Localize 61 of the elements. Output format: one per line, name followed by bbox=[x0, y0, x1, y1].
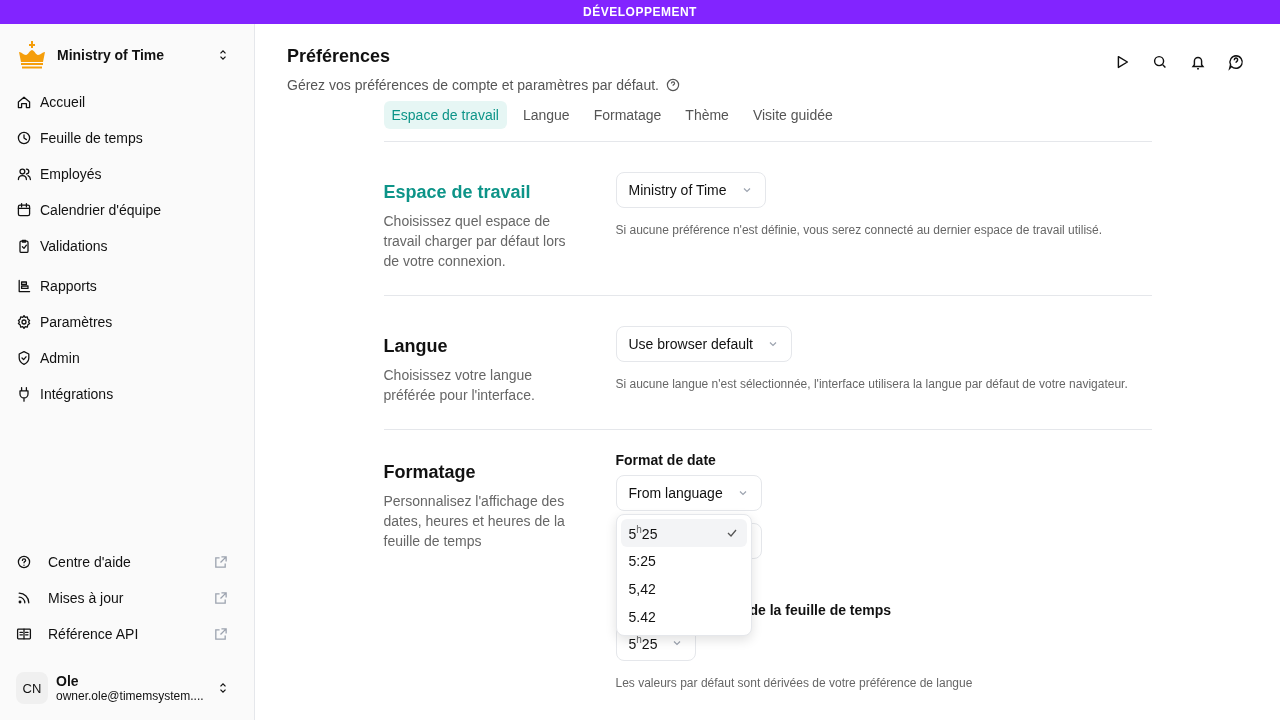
field-label: Format de date bbox=[615, 452, 717, 468]
users-icon bbox=[16, 166, 32, 182]
sidebar-item[interactable]: Feuille de temps bbox=[8, 120, 246, 156]
rss-icon bbox=[16, 590, 32, 606]
external-link-icon bbox=[213, 554, 228, 570]
tab[interactable]: Thème bbox=[677, 101, 737, 129]
avatar: CN bbox=[16, 672, 48, 704]
tab[interactable]: Formatage bbox=[585, 101, 670, 129]
chevron-up-down-icon bbox=[218, 48, 228, 62]
external-link-icon bbox=[213, 626, 228, 642]
gear-icon bbox=[16, 314, 32, 330]
sidebar-item[interactable]: Calendrier d'équipe bbox=[8, 192, 246, 228]
section-description: Personnalisez l'affichage des dates, heures et heures de la feuille de temps bbox=[383, 492, 566, 551]
tab[interactable]: Visite guidée bbox=[744, 101, 841, 129]
book-icon bbox=[16, 626, 32, 642]
user-email: owner.ole@timemsystem.... bbox=[56, 689, 205, 703]
user-name: Ole bbox=[56, 673, 80, 689]
clock-icon bbox=[16, 130, 32, 146]
sidebar-item[interactable]: Intégrations bbox=[8, 376, 246, 412]
select-field[interactable]: Ministry of Time bbox=[615, 172, 766, 208]
workspace-switcher[interactable]: Ministry of Time bbox=[8, 38, 246, 72]
report-icon bbox=[16, 278, 32, 294]
select-field[interactable]: Use browser default bbox=[615, 326, 792, 362]
section-title: Langue bbox=[383, 336, 449, 357]
user-menu[interactable]: CN Ole owner.ole@timemsystem.... bbox=[8, 668, 246, 708]
dropdown-option[interactable]: 5$^{h}$25 bbox=[620, 519, 747, 547]
search-icon bbox=[1151, 53, 1169, 71]
field-hint: Si aucune langue n'est sélectionnée, l'interface utilisera la langue par défaut de votre navigateur. bbox=[615, 376, 1129, 392]
dropdown-option[interactable]: 5:25 bbox=[620, 547, 747, 575]
sidebar-link[interactable]: Mises à jour bbox=[8, 580, 246, 616]
sidebar-item[interactable]: Rapports bbox=[8, 268, 246, 304]
sidebar-link[interactable]: Centre d'aide bbox=[8, 544, 246, 580]
dropdown-option[interactable]: 5,42 bbox=[620, 575, 747, 603]
crown-icon bbox=[16, 41, 48, 69]
sidebar-item[interactable]: Paramètres bbox=[8, 304, 246, 340]
home-icon bbox=[16, 94, 32, 110]
plug-icon bbox=[16, 386, 32, 402]
select-field[interactable]: From language bbox=[615, 475, 762, 511]
section-title: Espace de travail bbox=[383, 182, 532, 203]
page-subtitle: Gérez vos préférences de compte et paramètres par défaut. bbox=[287, 77, 659, 93]
field-hint: Si aucune préférence n'est définie, vous serez connecté au dernier espace de travail utilisé. bbox=[615, 222, 1104, 238]
sidebar-item[interactable]: Accueil bbox=[8, 84, 246, 120]
clipboard-icon bbox=[16, 238, 32, 254]
tab[interactable]: Langue bbox=[514, 101, 578, 129]
sidebar-item[interactable]: Validations bbox=[8, 228, 246, 264]
sidebar-item[interactable]: Employés bbox=[8, 156, 246, 192]
environment-banner: DÉVELOPPEMENT bbox=[0, 0, 1280, 24]
calendar-icon bbox=[16, 202, 32, 218]
chevron-up-down-icon bbox=[218, 681, 228, 695]
section-description: Choisissez votre langue préférée pour l'interface. bbox=[383, 366, 536, 405]
sidebar-link[interactable]: Référence API bbox=[8, 616, 246, 652]
page-title: Préférences bbox=[287, 46, 392, 67]
external-link-icon bbox=[213, 590, 228, 606]
help-icon[interactable] bbox=[665, 77, 681, 93]
section-title: Formatage bbox=[383, 462, 477, 483]
help-icon bbox=[16, 554, 32, 570]
section-description: Choisissez quel espace de travail charger par défaut lors de votre connexion. bbox=[383, 212, 567, 271]
shield-icon bbox=[16, 350, 32, 366]
field-hint: Les valeurs par défaut sont dérivées de votre préférence de langue bbox=[615, 675, 974, 691]
sidebar-item[interactable]: Admin bbox=[8, 340, 246, 376]
help-icon bbox=[1227, 53, 1245, 71]
